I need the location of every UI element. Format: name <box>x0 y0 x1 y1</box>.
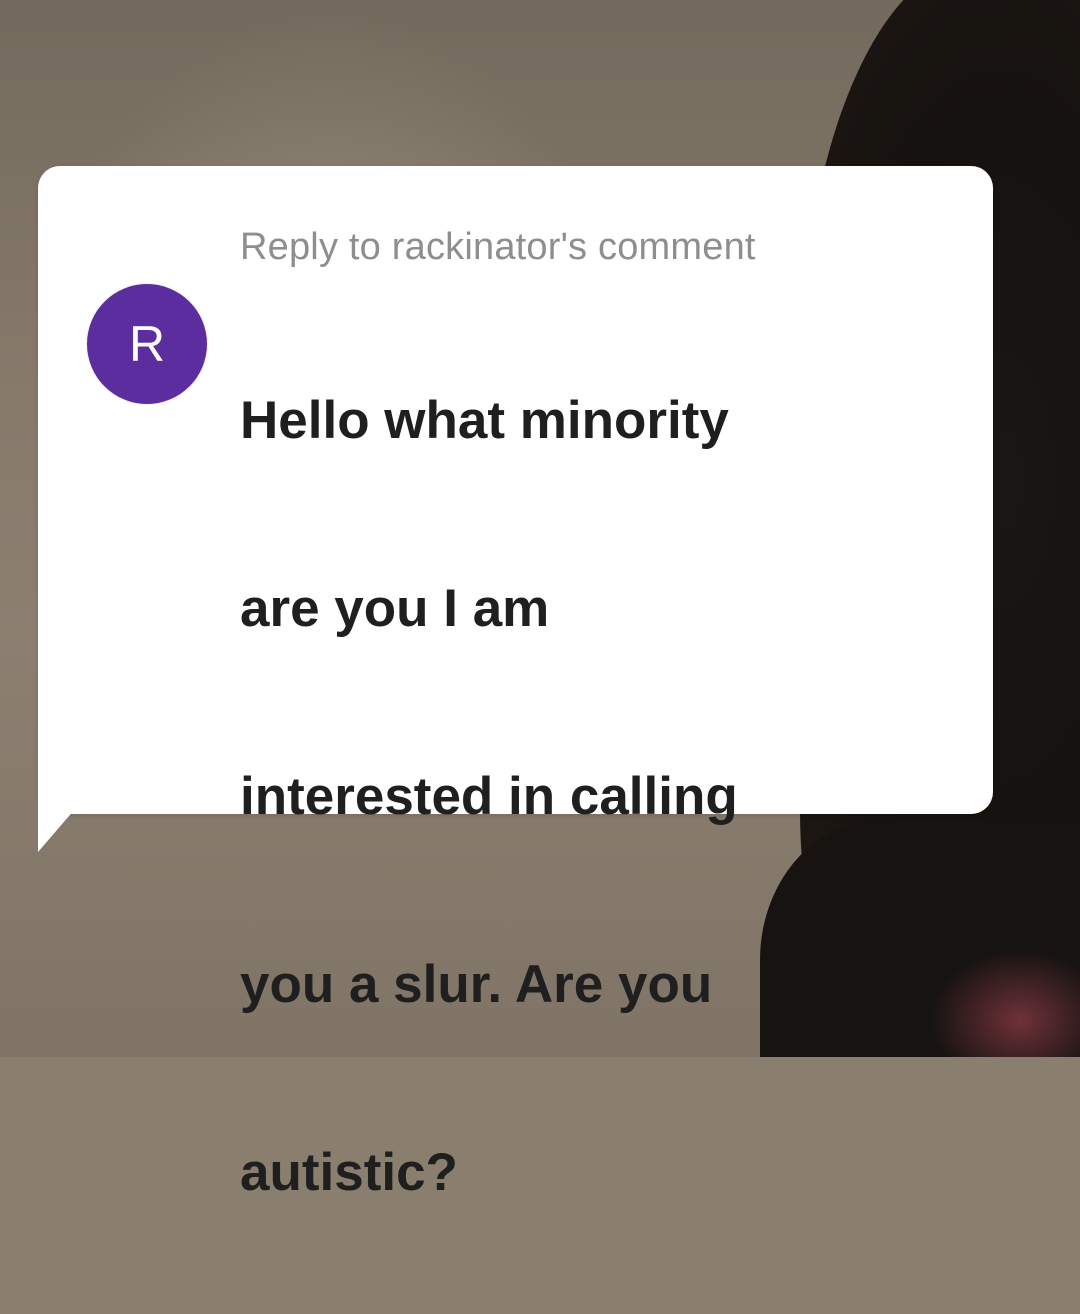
bubble-tail <box>38 780 100 852</box>
comment-line: are you I am <box>240 579 550 638</box>
comment-line: Hello what minority <box>240 391 729 450</box>
avatar-initial: R <box>128 316 166 372</box>
reply-header: Reply to rackinator's comment <box>240 226 756 268</box>
comment-line: you a slur. Are you <box>240 955 713 1014</box>
comment-text: Hello what minority are you I am interes… <box>240 280 960 1314</box>
comment-line: autistic? <box>240 1143 458 1202</box>
comment-line: interested in calling <box>240 767 738 826</box>
avatar[interactable]: R <box>87 284 207 404</box>
